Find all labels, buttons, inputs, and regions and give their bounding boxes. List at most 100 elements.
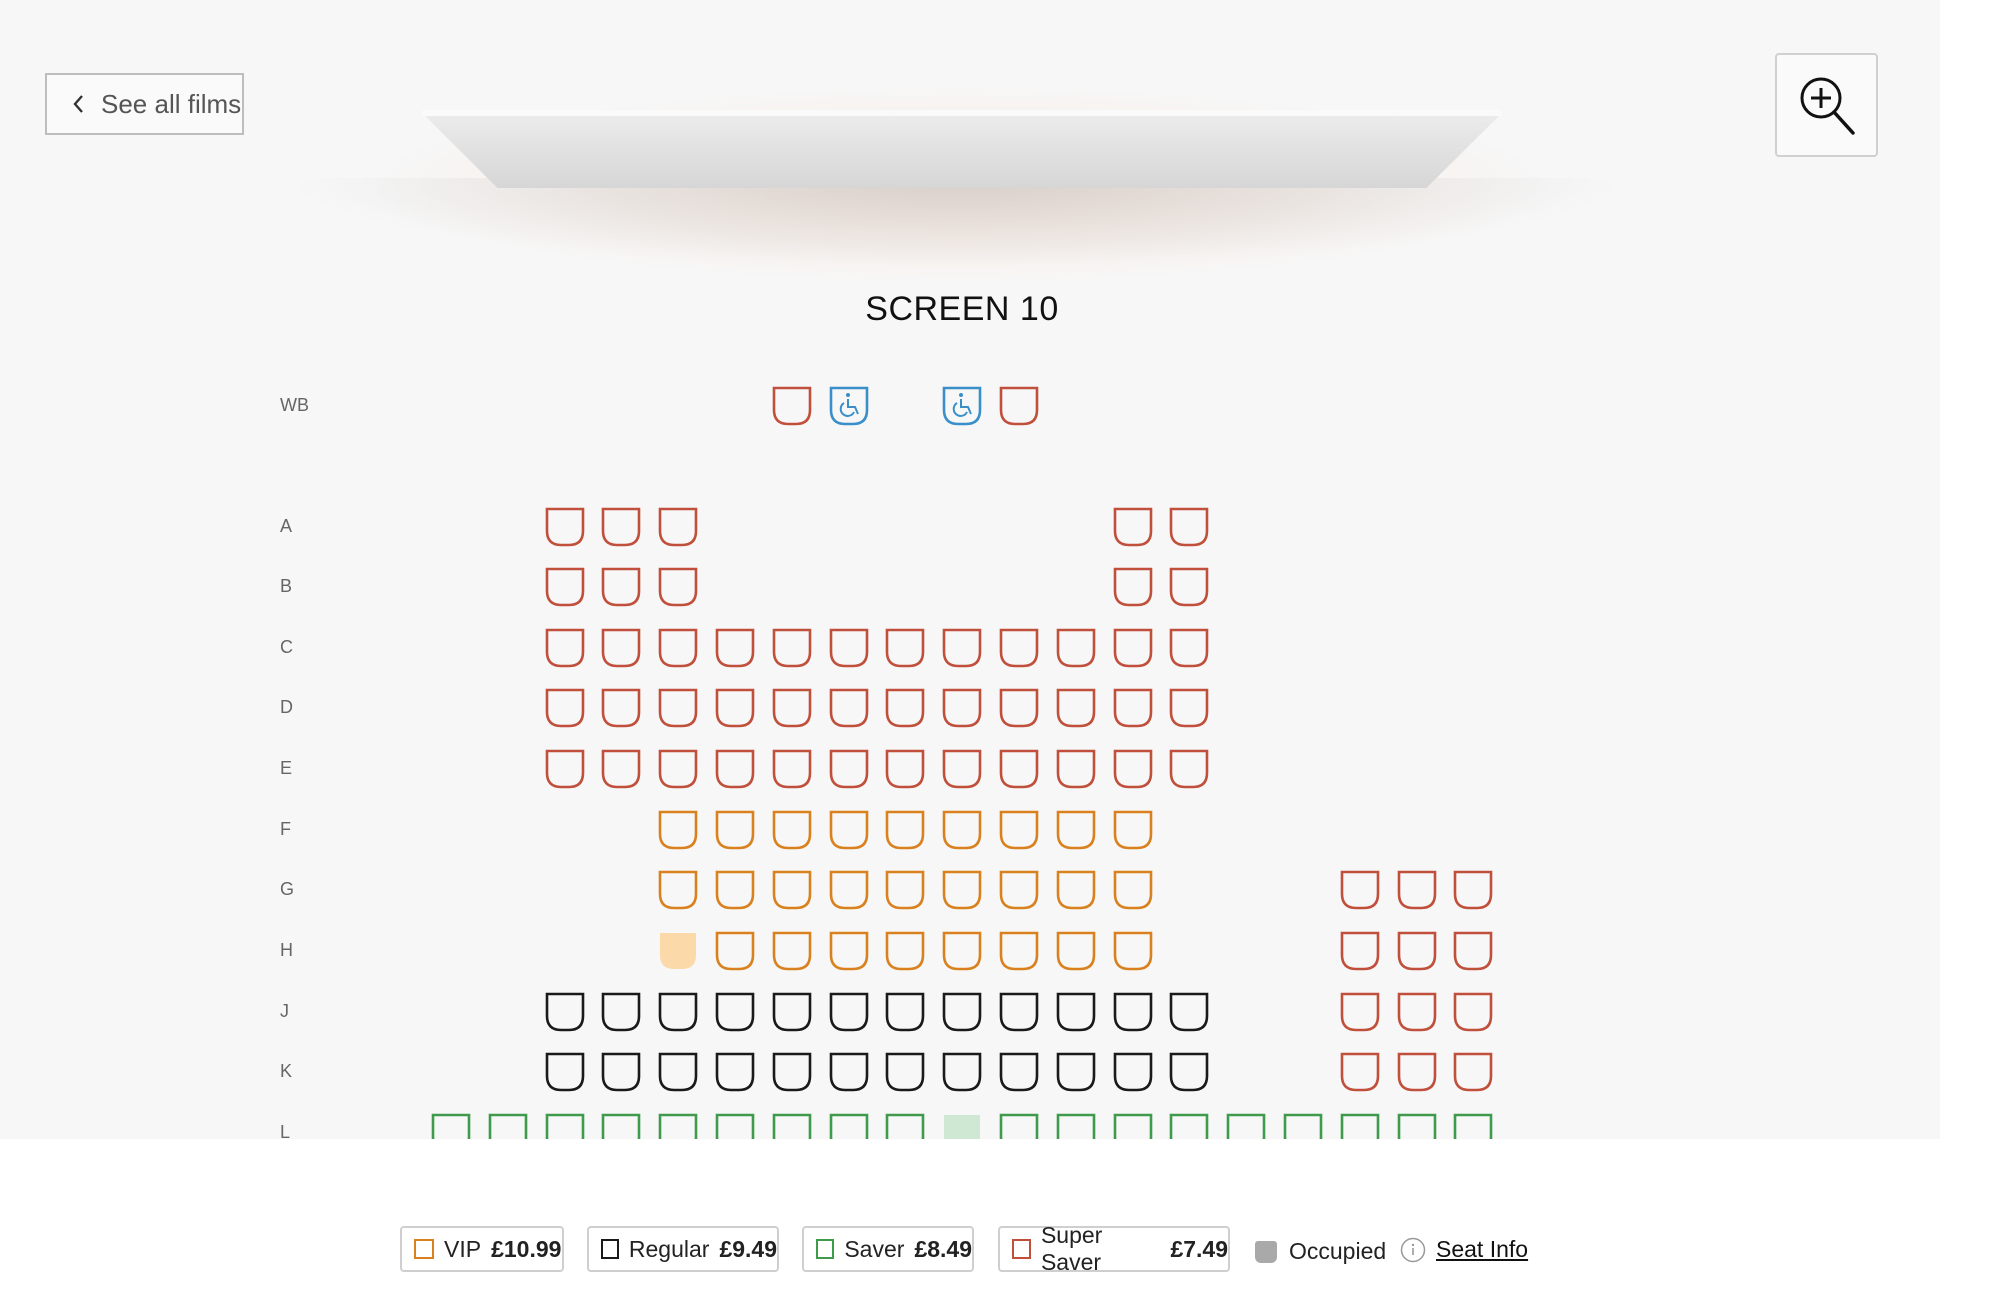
seat[interactable]	[1055, 1051, 1097, 1093]
seat[interactable]	[828, 1112, 870, 1139]
seat[interactable]	[600, 687, 642, 729]
seat[interactable]	[1168, 627, 1210, 669]
seat[interactable]	[1396, 930, 1438, 972]
seat[interactable]	[1055, 1112, 1097, 1139]
seat[interactable]	[1112, 991, 1154, 1033]
seat[interactable]	[600, 627, 642, 669]
seat[interactable]	[657, 627, 699, 669]
seat[interactable]	[714, 1051, 756, 1093]
seat[interactable]	[1168, 687, 1210, 729]
seat[interactable]	[941, 809, 983, 851]
seat[interactable]	[941, 991, 983, 1033]
seat[interactable]	[941, 1112, 983, 1139]
seat[interactable]	[998, 385, 1040, 427]
seat[interactable]	[998, 991, 1040, 1033]
seat[interactable]	[1112, 809, 1154, 851]
seat[interactable]	[941, 687, 983, 729]
seat[interactable]	[430, 1112, 472, 1139]
seat[interactable]	[1339, 930, 1381, 972]
seat[interactable]	[544, 627, 586, 669]
seat[interactable]	[600, 748, 642, 790]
seat[interactable]	[1168, 991, 1210, 1033]
seat[interactable]	[1112, 930, 1154, 972]
seat[interactable]	[1055, 930, 1097, 972]
seat[interactable]	[544, 748, 586, 790]
seat[interactable]	[998, 809, 1040, 851]
seat[interactable]	[544, 1051, 586, 1093]
seat[interactable]	[1112, 748, 1154, 790]
seat[interactable]	[941, 930, 983, 972]
seat[interactable]	[544, 1112, 586, 1139]
seat[interactable]	[771, 1112, 813, 1139]
seat[interactable]	[1339, 1112, 1381, 1139]
seat[interactable]	[1396, 991, 1438, 1033]
seat[interactable]	[771, 1051, 813, 1093]
seat[interactable]	[1168, 1051, 1210, 1093]
seat[interactable]	[657, 1051, 699, 1093]
seat[interactable]	[1452, 930, 1494, 972]
seat[interactable]	[544, 566, 586, 608]
seat[interactable]	[1452, 1112, 1494, 1139]
seat[interactable]	[1168, 1112, 1210, 1139]
seat[interactable]	[1112, 869, 1154, 911]
seat[interactable]	[828, 930, 870, 972]
seat[interactable]	[544, 687, 586, 729]
seat[interactable]	[487, 1112, 529, 1139]
seat[interactable]	[714, 687, 756, 729]
seat[interactable]	[1168, 566, 1210, 608]
seat[interactable]	[1112, 627, 1154, 669]
seat[interactable]	[714, 627, 756, 669]
seat[interactable]	[1396, 1051, 1438, 1093]
seat[interactable]	[1339, 1051, 1381, 1093]
seat[interactable]	[1055, 687, 1097, 729]
seat[interactable]	[657, 1112, 699, 1139]
seat[interactable]	[1396, 1112, 1438, 1139]
seat[interactable]	[998, 930, 1040, 972]
seat[interactable]	[600, 991, 642, 1033]
seat[interactable]	[828, 748, 870, 790]
seat[interactable]	[771, 930, 813, 972]
seat[interactable]	[828, 869, 870, 911]
seat[interactable]	[600, 506, 642, 548]
seat[interactable]	[771, 687, 813, 729]
seat[interactable]	[941, 627, 983, 669]
seat[interactable]	[600, 1051, 642, 1093]
seat[interactable]	[600, 1112, 642, 1139]
legend-saver[interactable]: Saver £8.49	[802, 1226, 974, 1272]
seat[interactable]	[544, 991, 586, 1033]
seat[interactable]	[1055, 748, 1097, 790]
seat[interactable]	[657, 991, 699, 1033]
seat[interactable]	[544, 506, 586, 548]
seat[interactable]	[714, 869, 756, 911]
seat[interactable]	[1112, 1051, 1154, 1093]
seat[interactable]	[657, 566, 699, 608]
seat[interactable]	[714, 748, 756, 790]
seat[interactable]	[771, 748, 813, 790]
seat[interactable]	[884, 1051, 926, 1093]
seat[interactable]	[657, 748, 699, 790]
seat[interactable]	[998, 1112, 1040, 1139]
seat[interactable]	[771, 991, 813, 1033]
seat[interactable]	[828, 627, 870, 669]
seat[interactable]	[1396, 869, 1438, 911]
seat[interactable]	[1452, 991, 1494, 1033]
seat[interactable]	[1282, 1112, 1324, 1139]
seat[interactable]	[714, 991, 756, 1033]
seat[interactable]	[1168, 748, 1210, 790]
seat[interactable]	[657, 687, 699, 729]
seat[interactable]	[884, 991, 926, 1033]
seat[interactable]	[657, 930, 699, 972]
seat[interactable]	[884, 930, 926, 972]
seat[interactable]	[657, 809, 699, 851]
seat[interactable]	[884, 627, 926, 669]
seat[interactable]	[998, 869, 1040, 911]
seat[interactable]	[1339, 991, 1381, 1033]
wheelchair-seat[interactable]	[828, 385, 870, 427]
seat[interactable]	[1225, 1112, 1267, 1139]
seat[interactable]	[1112, 687, 1154, 729]
seat[interactable]	[998, 748, 1040, 790]
seat[interactable]	[941, 748, 983, 790]
seat[interactable]	[714, 1112, 756, 1139]
seat[interactable]	[600, 566, 642, 608]
seat[interactable]	[771, 869, 813, 911]
